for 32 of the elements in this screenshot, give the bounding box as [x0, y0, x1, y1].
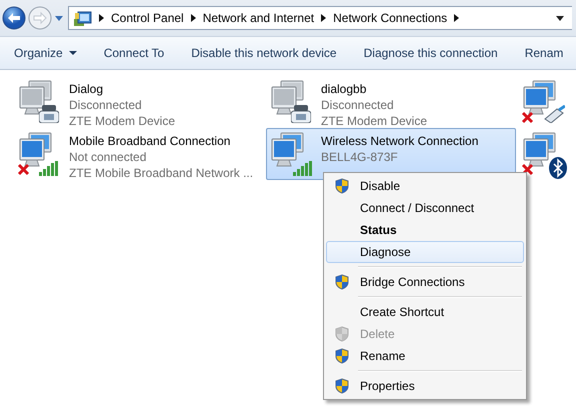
device-name: ZTE Modem Device: [321, 113, 428, 129]
connection-status: Disconnected: [69, 97, 143, 113]
connection-name: Dialog: [69, 81, 104, 97]
connection-name: dialogbb: [321, 81, 368, 97]
address-bar[interactable]: Control Panel Network and Internet Network Connections: [68, 6, 572, 30]
menu-item[interactable]: Diagnose: [326, 241, 524, 263]
menu-item[interactable]: Rename: [326, 345, 524, 367]
menu-item[interactable]: Disable: [326, 175, 524, 197]
connection-status: Disconnected: [321, 97, 395, 113]
connection-name: Mobile Broadband Connection: [69, 133, 232, 149]
breadcrumb-link[interactable]: Control Panel: [111, 11, 184, 25]
menu-item[interactable]: Bridge Connections: [326, 271, 524, 293]
connection-status: Not connected: [69, 149, 148, 165]
connection-item[interactable]: Mobile Broadband Connection Not connected ZTE Mobile Broadband Network ...: [14, 128, 264, 180]
breadcrumb-link[interactable]: Network and Internet: [202, 11, 314, 25]
connection-item[interactable]: Dialog Disconnected ZTE Modem Device: [14, 76, 264, 128]
connection-name: Wireless Network Connection: [321, 133, 478, 149]
connection-status: BELL4G-873F: [321, 149, 399, 165]
menu-item: Delete: [326, 323, 524, 345]
organize-menu[interactable]: Organize: [0, 40, 90, 66]
menu-item[interactable]: Status: [326, 219, 524, 241]
toolbar-button[interactable]: Renam: [510, 40, 564, 66]
connection-item[interactable]: dialogbb Disconnected ZTE Modem Device: [266, 76, 516, 128]
menu-item[interactable]: Properties: [326, 375, 524, 397]
breadcrumb-link[interactable]: Network Connections: [333, 11, 448, 25]
toolbar-button[interactable]: Connect To: [90, 40, 178, 66]
toolbar-button[interactable]: Diagnose this connection: [350, 40, 511, 66]
toolbar-button[interactable]: Disable this network device: [177, 40, 350, 66]
device-name: ZTE Modem Device: [69, 113, 176, 129]
menu-item[interactable]: Create Shortcut: [326, 301, 524, 323]
device-name: ZTE Mobile Broadband Network ...: [69, 165, 254, 181]
menu-item[interactable]: Connect / Disconnect: [326, 197, 524, 219]
